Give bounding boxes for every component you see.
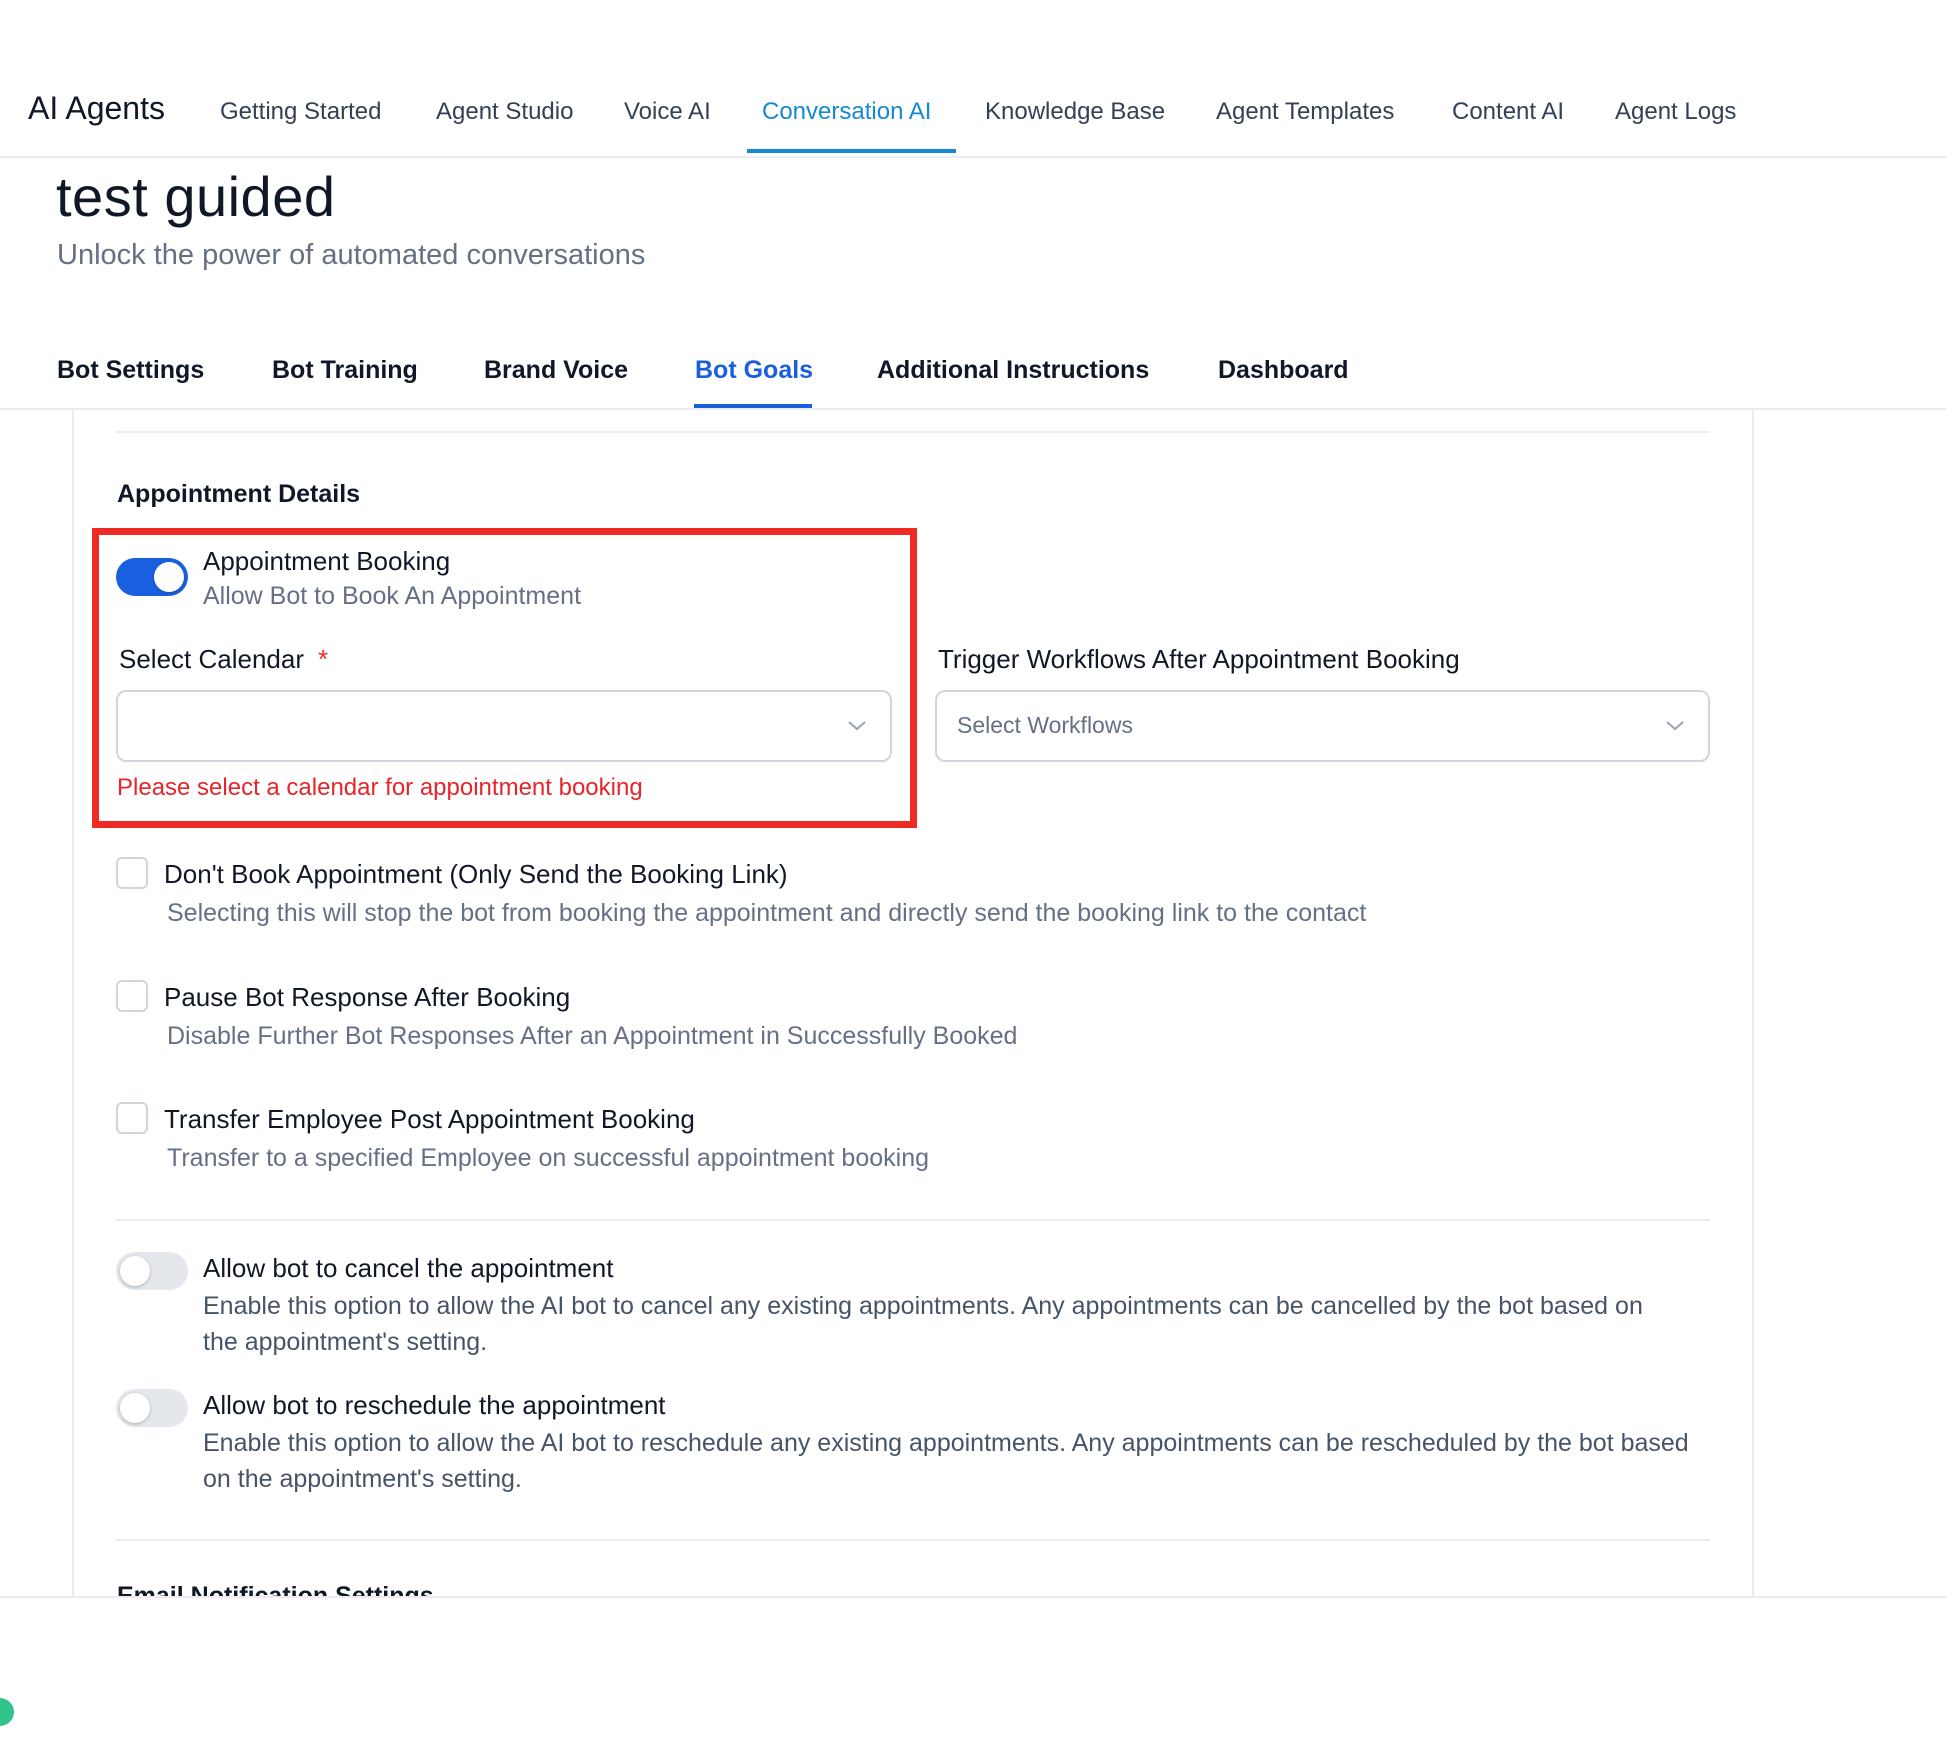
dont-book-appointment-label: Don't Book Appointment (Only Send the Bo… [164, 859, 788, 889]
select-workflows-placeholder: Select Workflows [957, 712, 1133, 738]
allow-cancel-toggle[interactable] [116, 1252, 188, 1290]
dont-book-appointment-checkbox[interactable] [116, 857, 148, 889]
tab-brand-voice[interactable]: Brand Voice [484, 356, 628, 385]
allow-reschedule-label: Allow bot to reschedule the appointment [203, 1390, 666, 1420]
toggle-knob [120, 1256, 150, 1286]
nav-agent-templates[interactable]: Agent Templates [1216, 98, 1394, 126]
nav-getting-started[interactable]: Getting Started [220, 98, 381, 126]
tab-bot-training[interactable]: Bot Training [272, 356, 418, 385]
nav-agent-studio[interactable]: Agent Studio [436, 98, 573, 126]
tab-bot-goals[interactable]: Bot Goals [695, 356, 813, 385]
bot-tabs: Bot Settings Bot Training Brand Voice Bo… [0, 340, 1946, 410]
transfer-employee-label: Transfer Employee Post Appointment Booki… [164, 1104, 695, 1134]
top-navigation: AI Agents Getting Started Agent Studio V… [0, 0, 1946, 158]
tab-additional-instructions[interactable]: Additional Instructions [877, 356, 1149, 385]
nav-knowledge-base[interactable]: Knowledge Base [985, 98, 1165, 126]
bottom-area [0, 1596, 1946, 1746]
nav-agent-logs[interactable]: Agent Logs [1615, 98, 1736, 126]
select-workflows-dropdown[interactable]: Select Workflows [935, 690, 1710, 762]
next-section-title: Email Notification Settings [117, 1582, 434, 1596]
section-title-appointment-details: Appointment Details [117, 480, 361, 508]
allow-cancel-description: Enable this option to allow the AI bot t… [203, 1292, 1643, 1356]
trigger-workflows-label: Trigger Workflows After Appointment Book… [938, 644, 1460, 674]
nav-conversation-ai[interactable]: Conversation AI [762, 98, 931, 126]
allow-cancel-label: Allow bot to cancel the appointment [203, 1253, 614, 1283]
section-divider [116, 1219, 1710, 1221]
transfer-employee-description: Transfer to a specified Employee on succ… [167, 1144, 929, 1172]
nav-active-indicator [747, 149, 956, 153]
pause-bot-response-label: Pause Bot Response After Booking [164, 982, 571, 1012]
dont-book-appointment-description: Selecting this will stop the bot from bo… [167, 899, 1367, 927]
highlight-annotation-box [92, 528, 917, 828]
pause-bot-response-description: Disable Further Bot Responses After an A… [167, 1022, 1018, 1050]
section-divider [116, 1539, 1710, 1541]
section-divider [116, 431, 1710, 433]
app-brand: AI Agents [28, 90, 165, 126]
page-subtitle: Unlock the power of automated conversati… [57, 239, 646, 271]
pause-bot-response-checkbox[interactable] [116, 980, 148, 1012]
toggle-knob [120, 1393, 150, 1423]
nav-content-ai[interactable]: Content AI [1452, 98, 1564, 126]
transfer-employee-checkbox[interactable] [116, 1102, 148, 1134]
allow-reschedule-description: Enable this option to allow the AI bot t… [203, 1429, 1689, 1493]
tab-dashboard[interactable]: Dashboard [1218, 356, 1349, 385]
page-title: test guided [56, 165, 336, 228]
allow-reschedule-toggle[interactable] [116, 1389, 188, 1427]
nav-voice-ai[interactable]: Voice AI [624, 98, 711, 126]
tab-active-indicator [694, 404, 812, 408]
tab-bot-settings[interactable]: Bot Settings [57, 356, 204, 385]
chevron-down-icon [1666, 721, 1684, 731]
